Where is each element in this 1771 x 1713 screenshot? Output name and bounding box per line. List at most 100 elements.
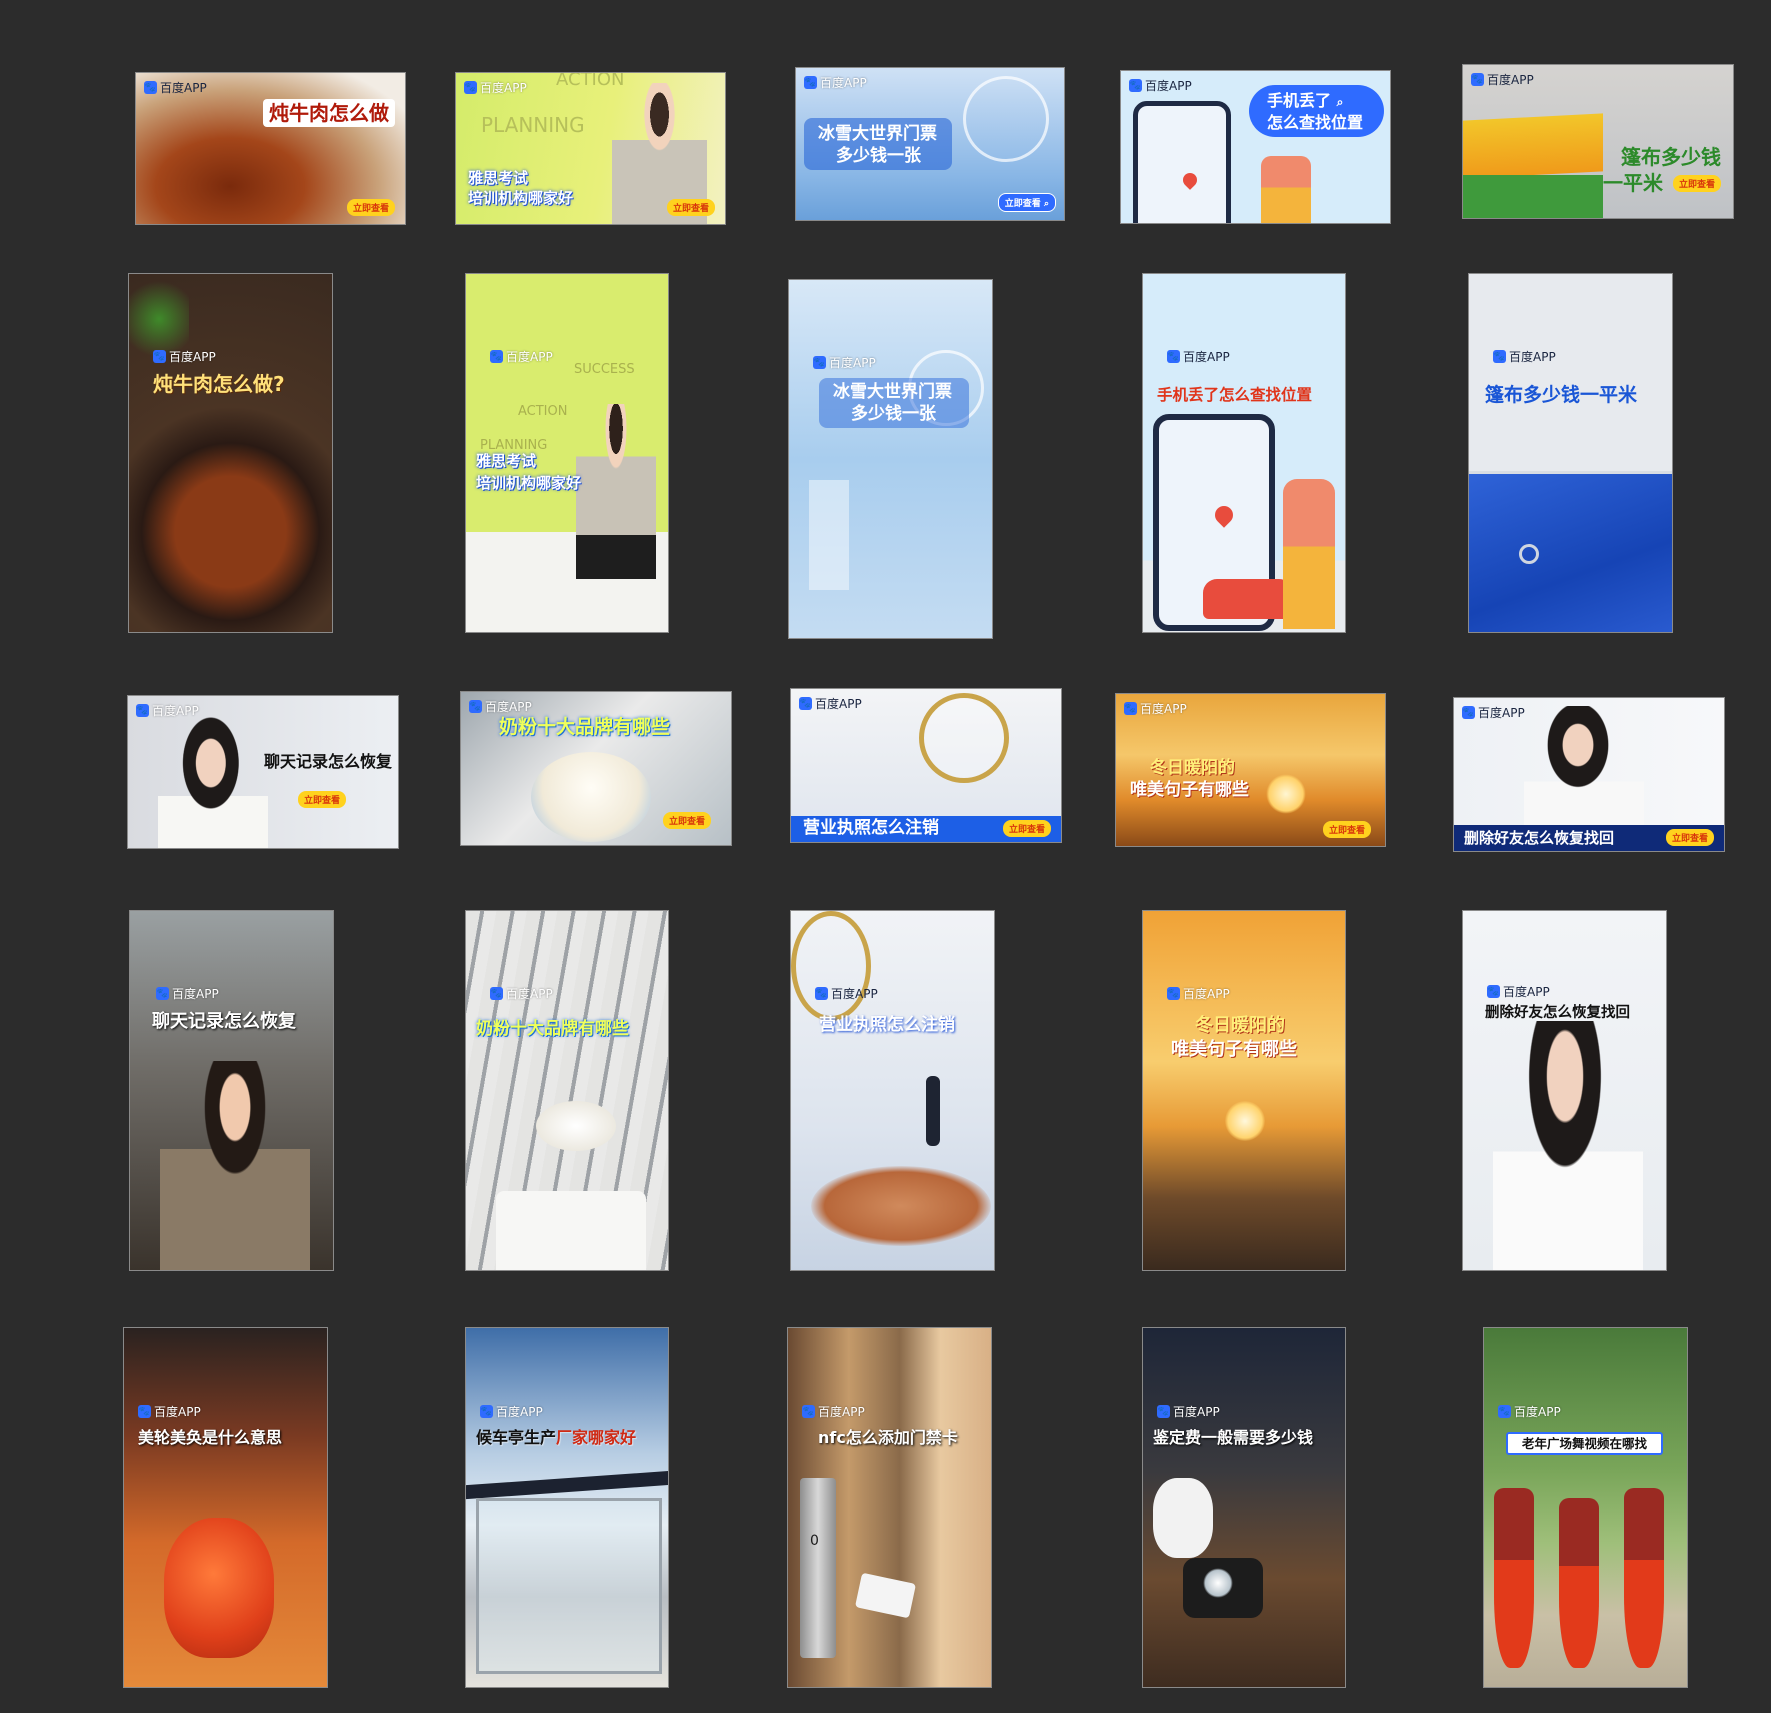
ad-card-ice-h[interactable]: 🐾 百度APP 冰雪大世界门票 多少钱一张 立即查看 ⌕ [795, 67, 1065, 221]
search-icon: ⌕ [1043, 199, 1049, 209]
baidu-paw-icon: 🐾 [153, 350, 166, 363]
ad-headline: 老年广场舞视频在哪找 [1506, 1432, 1664, 1455]
baidu-paw-icon: 🐾 [1462, 706, 1475, 719]
powder-scoop [536, 1101, 616, 1151]
ad-headline: 营业执照怎么注销 [803, 817, 939, 838]
baidu-paw-icon: 🐾 [156, 987, 169, 1000]
ad-card-beef-h[interactable]: 🐾 百度APP 炖牛肉怎么做 立即查看 [135, 72, 406, 225]
ad-card-appraisal-v[interactable]: 🐾 百度APP 鉴定费一般需要多少钱 [1142, 1327, 1346, 1688]
ad-headline-line1: 冰雪大世界门票 [833, 382, 952, 402]
baidu-logo: 🐾 百度APP [1157, 1405, 1220, 1419]
businessman-figure [926, 1076, 940, 1146]
view-now-button[interactable]: 立即查看 [346, 199, 395, 216]
ad-headline: 鉴定费一般需要多少钱 [1153, 1428, 1314, 1447]
view-now-button[interactable]: 立即查看 [666, 199, 715, 216]
ad-card-tarp-v[interactable]: 🐾 百度APP 篷布多少钱一平米 [1468, 273, 1673, 633]
baidu-logo: 🐾 百度APP [490, 350, 553, 364]
ad-card-license-v[interactable]: 🐾 百度APP 营业执照怎么注销 [790, 910, 995, 1271]
tulip [164, 1518, 274, 1658]
baidu-logo: 🐾 百度APP [813, 356, 876, 370]
woman-with-phone [1493, 1021, 1643, 1270]
ad-headline: 奶粉十大品牌有哪些 [476, 1019, 629, 1039]
ad-card-phone-v[interactable]: 🐾 百度APP 手机丢了怎么查找位置 [1142, 273, 1346, 633]
white-glove [1153, 1478, 1213, 1558]
ad-card-friend-v[interactable]: 🐾 百度APP 删除好友怎么恢复找回 [1462, 910, 1667, 1271]
ad-headline-line1: 篷布多少钱 [1621, 145, 1721, 169]
ad-card-ielts-h[interactable]: PLANNING ACTION 🐾 百度APP 雅思考试 培训机构哪家好 立即查看 [455, 72, 726, 225]
baidu-logo: 🐾 百度APP [138, 1405, 201, 1419]
ice-tower [809, 480, 849, 590]
ad-headline-line2: 唯美句子有哪些 [1171, 1039, 1297, 1060]
baidu-logo: 🐾 百度APP [1167, 987, 1230, 1001]
ad-card-ice-v[interactable]: 🐾 百度APP 冰雪大世界门票 多少钱一张 [788, 279, 993, 639]
woman-with-phone [158, 706, 268, 848]
ad-card-dance-v[interactable]: 🐾 百度APP 老年广场舞视频在哪找 [1483, 1327, 1688, 1688]
view-now-button[interactable]: 立即查看 ⌕ [997, 193, 1056, 212]
ad-card-chat-h[interactable]: 🐾 百度APP 聊天记录怎么恢复 立即查看 [127, 695, 399, 849]
door-lock [800, 1478, 836, 1658]
baidu-logo: 🐾 百度APP [153, 350, 216, 364]
baidu-paw-icon: 🐾 [490, 987, 503, 1000]
baidu-logo: 🐾 百度APP [1462, 706, 1525, 720]
ad-headline: 炖牛肉怎么做 [263, 99, 395, 127]
ad-headline-line2: 培训机构哪家好 [468, 189, 574, 207]
view-now-button[interactable]: 立即查看 [298, 791, 347, 808]
wall-word: ACTION [518, 404, 568, 419]
ad-card-license-h[interactable]: 🐾 百度APP 营业执照怎么注销 立即查看 [790, 688, 1062, 843]
ad-card-phone-h[interactable]: 🐾 百度APP 手机丢了 ⌕ 怎么查找位置 [1120, 70, 1391, 224]
view-now-button[interactable]: 立即查看 [1672, 175, 1721, 192]
ad-card-tarp-h[interactable]: 🐾 百度APP 篷布多少钱 一平米 立即查看 [1462, 64, 1734, 219]
dancer-figure [1494, 1488, 1534, 1668]
ad-headline-line1: 冬日暖阳的 [1150, 758, 1235, 778]
diamond-earring [1203, 1568, 1233, 1598]
sunset-photo [1143, 911, 1345, 1270]
view-now-button[interactable]: 立即查看 [662, 812, 711, 829]
view-now-button[interactable]: 立即查看 [1002, 820, 1051, 837]
wall-word: PLANNING [481, 113, 585, 137]
ad-card-friend-h[interactable]: 🐾 百度APP 删除好友怎么恢复找回 立即查看 [1453, 697, 1725, 852]
sun [1225, 1101, 1265, 1141]
ad-card-busstop-v[interactable]: 🐾 百度APP 候车亭生产厂家哪家好 [465, 1327, 669, 1688]
baidu-paw-icon: 🐾 [464, 81, 477, 94]
ad-card-milk-v[interactable]: 🐾 百度APP 奶粉十大品牌有哪些 [465, 910, 669, 1271]
ad-card-nfc-v[interactable]: 0 🐾 百度APP nfc怎么添加门禁卡 [787, 1327, 992, 1688]
view-now-button[interactable]: 立即查看 [1665, 829, 1714, 846]
ad-headline-line1: 冬日暖阳的 [1195, 1015, 1285, 1036]
baidu-logo: 🐾 百度APP [1129, 79, 1192, 93]
baidu-paw-icon: 🐾 [1471, 73, 1484, 86]
teacher-figure [576, 404, 656, 579]
ad-headline-line2: 培训机构哪家好 [476, 474, 582, 492]
wall-word: SUCCESS [574, 362, 635, 377]
baidu-paw-icon: 🐾 [1498, 1405, 1511, 1418]
ad-headline-line2: 一平米 [1603, 171, 1663, 195]
baidu-paw-icon: 🐾 [469, 700, 482, 713]
ad-card-sun-v[interactable]: 🐾 百度APP 冬日暖阳的 唯美句子有哪些 [1142, 910, 1346, 1271]
glass-shelter [476, 1498, 662, 1674]
ad-card-idiom-v[interactable]: 🐾 百度APP 美轮美奂是什么意思 [123, 1327, 328, 1688]
green-tarp [1463, 175, 1603, 218]
ad-headline-line1: 手机丢了 ⌕ [1267, 91, 1344, 110]
baidu-paw-icon: 🐾 [799, 697, 812, 710]
ad-card-chat-v[interactable]: 🐾 百度APP 聊天记录怎么恢复 [129, 910, 334, 1271]
ad-headline: 候车亭生产厂家哪家好 [476, 1428, 637, 1447]
ad-card-beef-v[interactable]: 🐾 百度APP 炖牛肉怎么做? [128, 273, 333, 633]
baidu-logo: 🐾 百度APP [464, 81, 527, 95]
baidu-paw-icon: 🐾 [480, 1405, 493, 1418]
ad-card-sun-h[interactable]: 🐾 百度APP 冬日暖阳的 唯美句子有哪些 立即查看 [1115, 693, 1386, 847]
baidu-logo: 🐾 百度APP [156, 987, 219, 1001]
ad-headline: nfc怎么添加门禁卡 [818, 1428, 958, 1447]
ad-card-ielts-v[interactable]: SUCCESS ACTION PLANNING 🐾 百度APP 雅思考试 培训机构… [465, 273, 669, 633]
search-icon: ⌕ [1336, 95, 1344, 109]
baidu-logo: 🐾 百度APP [136, 704, 199, 718]
powder-can [496, 1191, 646, 1270]
baidu-paw-icon: 🐾 [804, 76, 817, 89]
baidu-logo: 🐾 百度APP [815, 987, 878, 1001]
ad-card-milk-h[interactable]: 🐾 百度APP 奶粉十大品牌有哪些 立即查看 [460, 691, 732, 846]
view-now-button[interactable]: 立即查看 [1322, 821, 1371, 838]
blue-tarp [1469, 474, 1672, 632]
woman-with-phone [160, 1061, 310, 1270]
ad-headline-line1: 雅思考试 [468, 169, 529, 187]
ad-headline: 聊天记录怎么恢复 [263, 752, 392, 771]
car-illustration [1203, 579, 1293, 619]
baidu-paw-icon: 🐾 [1157, 1405, 1170, 1418]
